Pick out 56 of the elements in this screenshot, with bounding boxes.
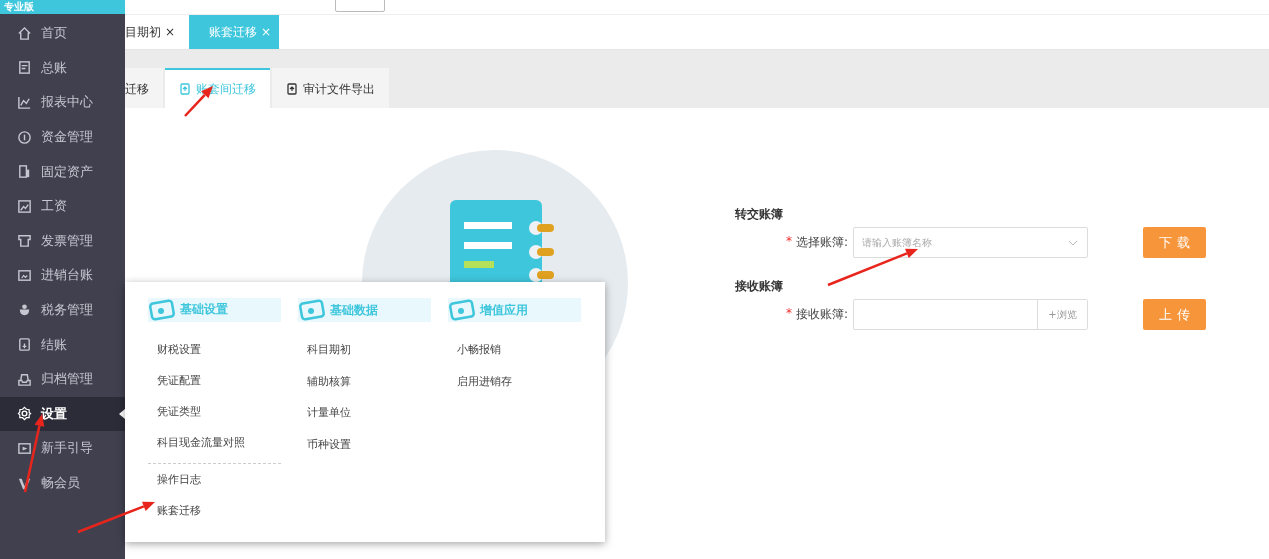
coin-icon bbox=[17, 129, 32, 145]
section-title: 转交账簿 bbox=[735, 206, 784, 223]
sidebar-item[interactable]: 资金管理 bbox=[0, 119, 125, 155]
menu-item[interactable]: 币种设置 bbox=[298, 428, 431, 460]
settings-icon bbox=[17, 406, 32, 422]
document-icon bbox=[17, 337, 32, 353]
image-icon bbox=[17, 198, 32, 214]
menu-item[interactable]: 科目现金流量对照 bbox=[148, 427, 281, 459]
close-icon[interactable]: × bbox=[165, 25, 176, 39]
play-icon bbox=[17, 440, 32, 456]
menu-item[interactable]: 科目期初 bbox=[298, 334, 431, 366]
sidebar-item[interactable]: 报表中心 bbox=[0, 85, 125, 120]
sidebar-item[interactable]: 总账 bbox=[0, 50, 125, 86]
edition-badge: 专业版 bbox=[0, 0, 125, 14]
sub-tab[interactable]: 迁移 bbox=[125, 68, 163, 108]
document-icon bbox=[179, 83, 191, 95]
chevron-down-icon bbox=[1068, 240, 1078, 246]
menu-item[interactable]: 小畅报销 bbox=[448, 334, 581, 366]
sidebar-item[interactable]: 发票管理 bbox=[0, 223, 125, 259]
sub-tab[interactable]: 审计文件导出 bbox=[272, 68, 389, 108]
menu-item[interactable]: 凭证配置 bbox=[148, 364, 281, 397]
required-mark: * bbox=[785, 234, 792, 250]
header-field[interactable] bbox=[335, 0, 385, 12]
field-label: 接收账簿: bbox=[795, 306, 848, 323]
sidebar-item[interactable]: 进销台账 bbox=[0, 258, 125, 293]
menu-group-header: 基础设置 bbox=[148, 298, 281, 322]
field-label: 选择账簿: bbox=[795, 234, 848, 251]
sidebar-item[interactable]: 首页 bbox=[0, 16, 125, 51]
required-mark: * bbox=[785, 306, 792, 322]
card-icon bbox=[148, 298, 176, 321]
sidebar-item[interactable]: 设置 bbox=[0, 396, 125, 432]
sidebar-item[interactable]: 归档管理 bbox=[0, 361, 125, 397]
menu-group-header: 基础数据 bbox=[298, 298, 431, 322]
tray-icon bbox=[17, 371, 32, 387]
sidebar-item[interactable]: 新手引导 bbox=[0, 431, 125, 466]
sidebar-item[interactable]: 结账 bbox=[0, 327, 125, 362]
section-title: 接收账簿 bbox=[735, 278, 784, 295]
menu-item[interactable]: 凭证类型 bbox=[148, 396, 281, 428]
sidebar-item[interactable]: 工资 bbox=[0, 188, 125, 224]
menu-item[interactable]: 操作日志 bbox=[148, 463, 281, 495]
menu-group-header: 增值应用 bbox=[448, 298, 581, 322]
document-icon bbox=[286, 83, 298, 95]
menu-item[interactable]: 账套迁移 bbox=[148, 494, 281, 526]
monitor-icon bbox=[17, 267, 32, 283]
document-icon bbox=[17, 60, 32, 76]
menu-item[interactable]: 计量单位 bbox=[298, 397, 431, 429]
chart-icon bbox=[17, 95, 32, 110]
menu-item[interactable]: 财税设置 bbox=[148, 333, 281, 365]
sidebar-item[interactable]: 税务管理 bbox=[0, 292, 125, 328]
menu-item[interactable]: 启用进销存 bbox=[448, 365, 581, 397]
building-icon bbox=[17, 164, 32, 180]
sidebar-item[interactable]: 畅会员 bbox=[0, 465, 125, 501]
select-field[interactable]: 请输入账簿名称 bbox=[853, 227, 1088, 258]
sidebar-item[interactable]: 固定资产 bbox=[0, 154, 125, 189]
menu-item[interactable]: 辅助核算 bbox=[298, 365, 431, 397]
home-icon bbox=[17, 25, 32, 41]
